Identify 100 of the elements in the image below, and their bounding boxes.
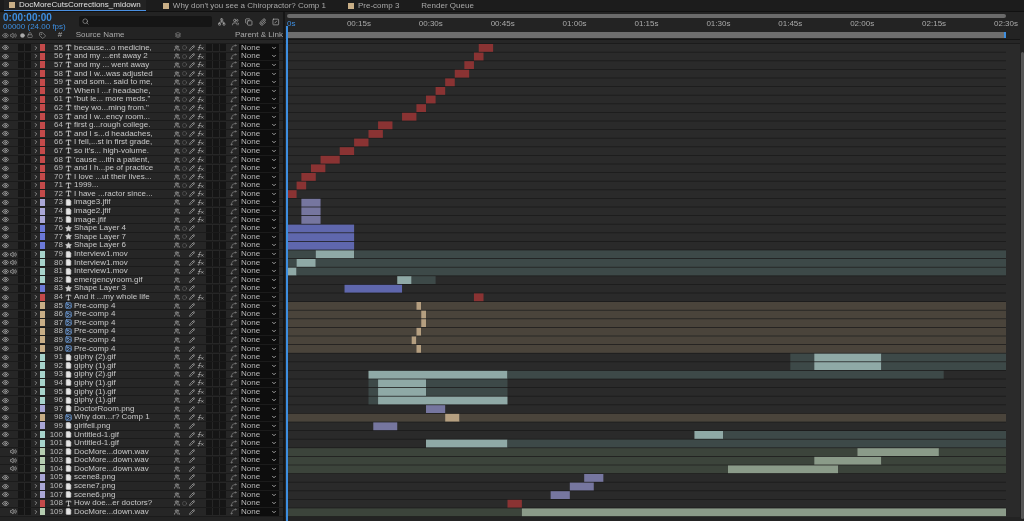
parent-dropdown[interactable]: None bbox=[239, 103, 279, 112]
layer-row[interactable]: 64 first g...rough college. None bbox=[0, 121, 283, 130]
layer-name[interactable]: How doe...er doctors? bbox=[74, 499, 153, 508]
layer-row[interactable]: 62 they wo...ming from." None bbox=[0, 104, 283, 113]
layer-name[interactable]: Shape Layer 4 bbox=[74, 224, 127, 233]
layer-name[interactable]: And it ...my whole life bbox=[74, 293, 150, 301]
layer-name[interactable]: Interview1.mov bbox=[74, 258, 128, 267]
layer-row[interactable]: 101 Untitled-1.gif None bbox=[0, 439, 283, 448]
layer-name[interactable]: "but le... more meds." bbox=[74, 95, 151, 104]
parent-dropdown[interactable]: None bbox=[239, 336, 279, 344]
layer-row[interactable]: 104 DocMore...down.wav None bbox=[0, 465, 283, 474]
parent-dropdown[interactable]: None bbox=[239, 267, 279, 276]
parent-dropdown[interactable]: None bbox=[239, 61, 279, 69]
parent-dropdown[interactable]: None bbox=[239, 413, 279, 422]
parent-dropdown[interactable]: None bbox=[239, 164, 279, 173]
panel-tab[interactable]: Why don't you see a Chiropractor? Comp 1 bbox=[157, 0, 331, 11]
layer-name[interactable]: DocMore...down.wav bbox=[74, 507, 149, 516]
layer-name[interactable]: DocMore...down.wav bbox=[74, 447, 149, 456]
layer-name[interactable]: Pre-comp 4 bbox=[74, 344, 116, 353]
layer-name[interactable]: giphy (1).gif bbox=[74, 378, 116, 387]
layer-row[interactable]: 59 and som... said to me, None bbox=[0, 78, 283, 87]
layer-row[interactable]: 69 and I h...pe of practice None bbox=[0, 164, 283, 173]
parent-dropdown[interactable]: None bbox=[239, 224, 279, 233]
layer-name[interactable]: and I w...was adjusted bbox=[74, 69, 153, 78]
layer-name[interactable]: scene7.png bbox=[74, 482, 116, 491]
parent-dropdown[interactable]: None bbox=[239, 241, 279, 250]
layer-name[interactable]: DocMore...down.wav bbox=[74, 464, 149, 473]
layer-name[interactable]: scene6.png bbox=[74, 490, 116, 499]
layer-name[interactable]: giphy (1).gif bbox=[74, 396, 116, 405]
layer-row[interactable]: 106 scene7.png None bbox=[0, 482, 283, 491]
parent-dropdown[interactable]: None bbox=[239, 439, 279, 448]
parent-dropdown[interactable]: None bbox=[239, 456, 279, 465]
parent-dropdown[interactable]: None bbox=[239, 310, 279, 319]
current-timecode[interactable]: 0:00:00:00 bbox=[3, 12, 73, 23]
layer-name[interactable]: and I s...d headaches, bbox=[74, 129, 153, 138]
layer-name[interactable]: Interview1.mov bbox=[74, 267, 128, 276]
parent-dropdown[interactable]: None bbox=[239, 361, 279, 370]
layer-row[interactable]: 91 giphy (2).gif None bbox=[0, 353, 283, 362]
layer-row[interactable]: 99 girlfell.png None bbox=[0, 422, 283, 431]
layer-name[interactable]: Interview1.mov bbox=[74, 250, 128, 259]
panel-tab[interactable]: Render Queue bbox=[416, 0, 479, 11]
layer-name[interactable]: emergencyroom.gif bbox=[74, 275, 143, 284]
layer-row[interactable]: 89 Pre-comp 4 None bbox=[0, 336, 283, 345]
layer-name[interactable]: and I h...pe of practice bbox=[74, 164, 154, 173]
layer-row[interactable]: 97 DoctorRoom.png None bbox=[0, 404, 283, 414]
parent-dropdown[interactable]: None bbox=[239, 293, 279, 301]
layer-name[interactable]: image2.jfif bbox=[74, 207, 111, 216]
parent-dropdown[interactable]: None bbox=[239, 155, 279, 164]
parent-dropdown[interactable]: None bbox=[239, 396, 279, 405]
layer-name[interactable]: I love ...ut their lives... bbox=[74, 172, 152, 181]
parent-dropdown[interactable]: None bbox=[239, 421, 279, 430]
parent-dropdown[interactable]: None bbox=[239, 507, 279, 516]
parent-dropdown[interactable]: None bbox=[239, 207, 279, 216]
panel-tab[interactable]: DocMoreCutsCorrections_midown bbox=[4, 0, 146, 11]
layer-row[interactable]: 55 because...o medicine, None bbox=[0, 44, 283, 53]
layer-name[interactable]: giphy (1).gif bbox=[74, 387, 116, 396]
parent-dropdown[interactable]: None bbox=[239, 69, 279, 78]
parent-dropdown[interactable]: None bbox=[239, 327, 279, 336]
layer-row[interactable]: 102 DocMore...down.wav None bbox=[0, 447, 283, 457]
layer-name[interactable]: 1999... bbox=[74, 181, 99, 190]
parent-dropdown[interactable]: None bbox=[239, 370, 279, 379]
parent-dropdown[interactable]: None bbox=[239, 121, 279, 130]
layer-name[interactable]: Untitled-1.gif bbox=[74, 430, 119, 439]
layer-name[interactable]: and som... said to me, bbox=[74, 78, 153, 87]
parent-dropdown[interactable]: None bbox=[239, 499, 279, 508]
parent-dropdown[interactable]: None bbox=[239, 353, 279, 362]
layer-name[interactable]: they wo...ming from." bbox=[74, 103, 149, 112]
parent-dropdown[interactable]: None bbox=[239, 198, 279, 207]
layer-name[interactable]: Pre-comp 4 bbox=[74, 327, 116, 336]
parent-dropdown[interactable]: None bbox=[239, 318, 279, 327]
layer-name[interactable]: I fell,...st in first grade, bbox=[74, 138, 153, 147]
parent-dropdown[interactable]: None bbox=[239, 344, 279, 353]
layer-name[interactable]: Untitled-1.gif bbox=[74, 439, 119, 448]
layer-row[interactable]: 79 Interview1.mov None bbox=[0, 250, 283, 259]
layer-row[interactable]: 77 Shape Layer 7 None bbox=[0, 233, 283, 242]
layer-row[interactable]: 94 giphy (1).gif None bbox=[0, 379, 283, 388]
parent-dropdown[interactable]: None bbox=[239, 490, 279, 499]
layer-name[interactable]: giphy (2).gif bbox=[74, 370, 116, 379]
layer-row[interactable]: 60 When I ...r headache, None bbox=[0, 86, 283, 96]
layer-name[interactable]: 'cause ...ith a patient, bbox=[74, 155, 150, 164]
parent-dropdown[interactable]: None bbox=[239, 404, 279, 413]
layer-row[interactable]: 96 giphy (1).gif None bbox=[0, 396, 283, 405]
layer-name[interactable]: Pre-comp 4 bbox=[74, 336, 116, 344]
layer-name[interactable]: and my ...ent away 2 bbox=[74, 52, 148, 61]
layer-name[interactable]: scene8.png bbox=[74, 473, 116, 482]
layer-row[interactable]: 67 so it's... high-volume. None bbox=[0, 147, 283, 156]
layer-name[interactable]: I have ...ractor since... bbox=[74, 189, 153, 198]
layer-row[interactable]: 65 and I s...d headaches, None bbox=[0, 129, 283, 139]
layer-row[interactable]: 57 and my ... went away None bbox=[0, 61, 283, 70]
parent-dropdown[interactable]: None bbox=[239, 138, 279, 147]
parent-dropdown[interactable]: None bbox=[239, 258, 279, 267]
layer-name[interactable]: Pre-comp 4 bbox=[74, 301, 116, 310]
layer-name[interactable]: Shape Layer 6 bbox=[74, 241, 127, 250]
parent-dropdown[interactable]: None bbox=[239, 482, 279, 491]
layer-row[interactable]: 92 giphy (1).gif None bbox=[0, 361, 283, 371]
layer-name[interactable]: Shape Layer 3 bbox=[74, 284, 127, 293]
layer-name[interactable]: image3.jfif bbox=[74, 198, 111, 207]
parent-dropdown[interactable]: None bbox=[239, 430, 279, 439]
layer-row[interactable]: 72 I have ...ractor since... None bbox=[0, 190, 283, 199]
layer-name[interactable]: giphy (2).gif bbox=[74, 353, 116, 362]
